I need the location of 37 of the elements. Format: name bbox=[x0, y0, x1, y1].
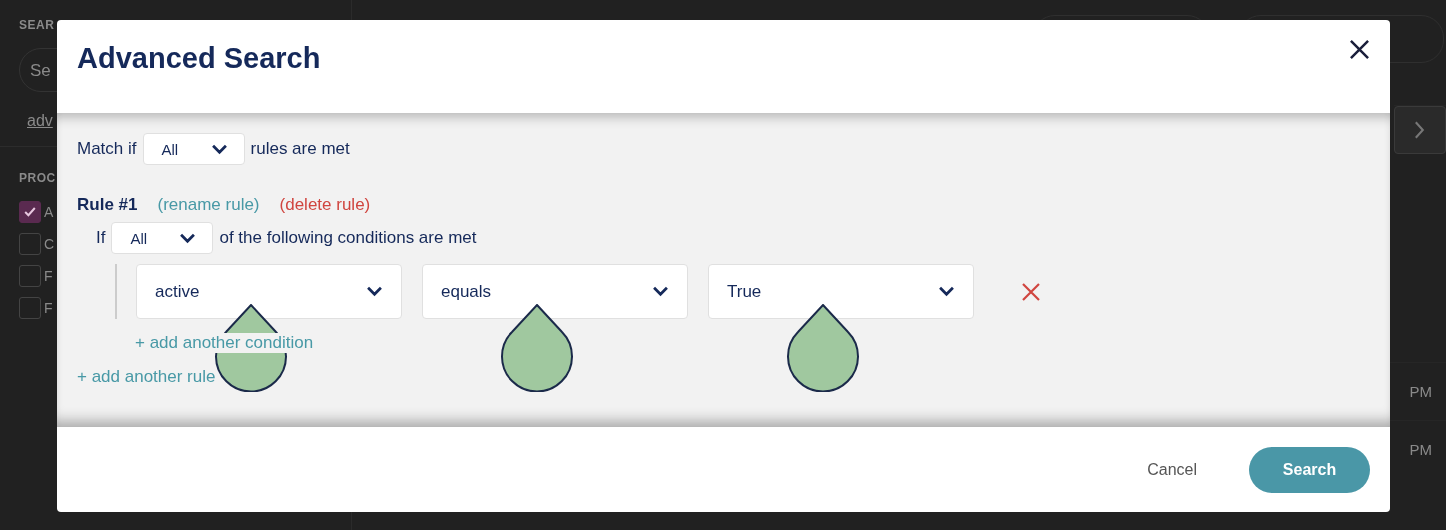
section-heading: PROC bbox=[19, 171, 56, 185]
if-label: If bbox=[96, 228, 106, 248]
remove-icon[interactable] bbox=[1022, 282, 1040, 301]
filter-label: C bbox=[44, 236, 55, 252]
conditions-label: of the following conditions are met bbox=[219, 228, 477, 248]
filter-label: F bbox=[44, 300, 53, 316]
condition-mode-select[interactable]: All bbox=[111, 222, 214, 254]
condition-select[interactable]: equals bbox=[422, 264, 688, 319]
filter-label: F bbox=[44, 268, 53, 284]
close-icon[interactable] bbox=[1349, 39, 1370, 60]
condition-select[interactable]: True bbox=[708, 264, 974, 319]
chevron-down-icon bbox=[210, 143, 228, 155]
chevron-down-icon bbox=[938, 286, 955, 297]
drop-marker-icon bbox=[786, 304, 860, 392]
cancel-button[interactable]: Cancel bbox=[1141, 459, 1203, 480]
checkbox[interactable] bbox=[19, 265, 41, 287]
match-select[interactable]: All bbox=[142, 133, 245, 165]
match-suffix: rules are met bbox=[250, 139, 350, 159]
checkbox[interactable] bbox=[19, 201, 41, 223]
condition-select[interactable]: active bbox=[136, 264, 402, 319]
checkbox[interactable] bbox=[19, 233, 41, 255]
section-heading: SEAR bbox=[19, 18, 55, 32]
next-button[interactable] bbox=[1394, 106, 1446, 154]
table-cell: PM bbox=[1409, 441, 1432, 458]
chevron-right-icon bbox=[1413, 119, 1427, 141]
drop-marker-icon bbox=[500, 304, 574, 392]
chevron-down-icon bbox=[366, 286, 383, 297]
checkbox[interactable] bbox=[19, 297, 41, 319]
dialog-title: Advanced Search bbox=[77, 42, 321, 75]
rule-title: Rule #1 bbox=[77, 195, 138, 215]
chevron-down-icon bbox=[179, 232, 197, 244]
chevron-down-icon bbox=[652, 286, 669, 297]
delete-link[interactable]: (delete rule) bbox=[279, 195, 371, 215]
match-label: Match if bbox=[77, 139, 137, 159]
advanced-link[interactable]: adv bbox=[27, 112, 53, 130]
table-cell: PM bbox=[1409, 383, 1432, 400]
filter-label: A bbox=[44, 204, 54, 220]
